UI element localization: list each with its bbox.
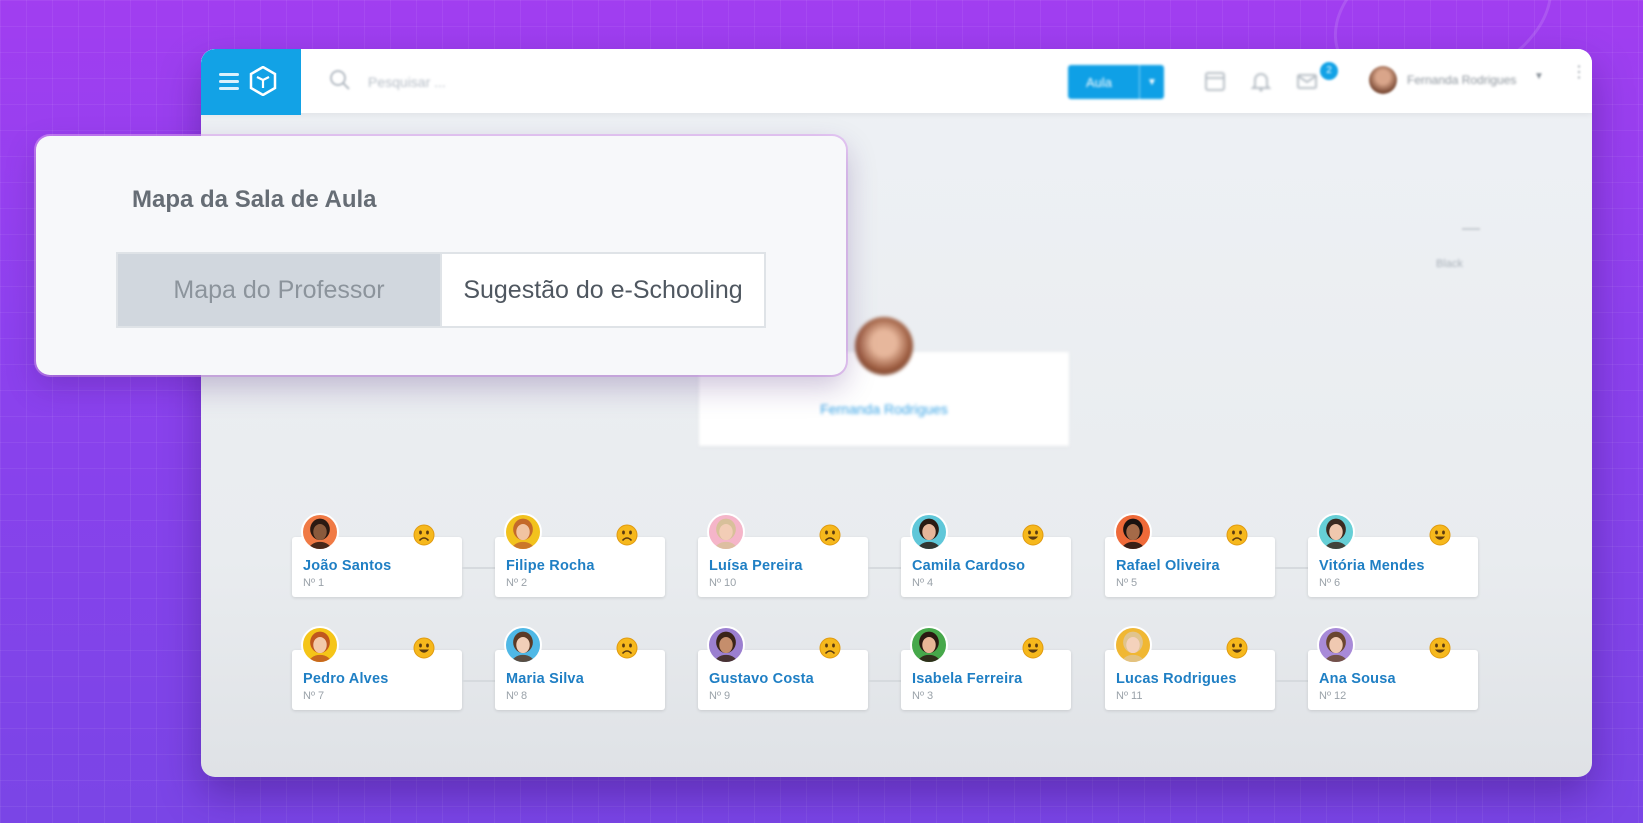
messages-icon[interactable] <box>1295 69 1319 93</box>
menu-icon[interactable] <box>219 73 239 90</box>
tab-eschooling-suggestion[interactable]: Sugestão do e-Schooling <box>440 254 764 326</box>
classroom-map-panel: Mapa da Sala de Aula Mapa do Professor S… <box>36 136 846 375</box>
student-name: Ana Sousa <box>1319 671 1396 687</box>
student-avatar <box>910 626 948 664</box>
student-number: Nº 1 <box>303 577 325 589</box>
happy-face-icon <box>1022 637 1044 659</box>
user-menu-chevron-icon[interactable]: ▼ <box>1534 71 1544 82</box>
chevron-down-icon: ▼ <box>1139 65 1164 99</box>
student-avatar <box>301 513 339 551</box>
class-selector-label: Aula <box>1086 74 1113 90</box>
student-name: Isabela Ferreira <box>912 671 1023 687</box>
bell-icon[interactable] <box>1249 69 1273 93</box>
moon-icon[interactable] <box>1396 253 1418 275</box>
top-bar: Aula ▼ 2 Fernanda Rodrigues ▼ ⋮ <box>201 49 1592 115</box>
student-avatar <box>707 626 745 664</box>
student-avatar <box>504 513 542 551</box>
student-number: Nº 7 <box>303 690 325 702</box>
student-name: Filipe Rocha <box>506 558 595 574</box>
student-name: Pedro Alves <box>303 671 389 687</box>
happy-face-icon <box>1022 524 1044 546</box>
messages-badge: 2 <box>1320 62 1338 80</box>
student-name: Luísa Pereira <box>709 558 803 574</box>
student-name: Gustavo Costa <box>709 671 814 687</box>
sad-face-icon <box>819 637 841 659</box>
desk-pair-connector <box>868 680 901 682</box>
panel-title: Mapa da Sala de Aula <box>132 186 377 213</box>
student-name: Rafael Oliveira <box>1116 558 1220 574</box>
student-avatar <box>1317 513 1355 551</box>
happy-face-icon <box>1429 524 1451 546</box>
sad-face-icon <box>819 524 841 546</box>
student-name: Camila Cardoso <box>912 558 1026 574</box>
sad-face-icon <box>413 524 435 546</box>
tab-teacher-map[interactable]: Mapa do Professor <box>118 254 440 326</box>
student-number: Nº 2 <box>506 577 528 589</box>
desk-pair-connector <box>462 680 495 682</box>
desk-pair-connector <box>868 567 901 569</box>
student-avatar <box>1114 513 1152 551</box>
student-number: Nº 3 <box>912 690 934 702</box>
student-number: Nº 5 <box>1116 577 1138 589</box>
student-number: Nº 12 <box>1319 690 1347 702</box>
happy-face-icon <box>413 637 435 659</box>
desk-pair-connector <box>462 567 495 569</box>
eschooling-logo-icon <box>249 66 277 96</box>
sad-face-icon <box>616 637 638 659</box>
student-avatar <box>301 626 339 664</box>
student-avatar <box>707 513 745 551</box>
user-name[interactable]: Fernanda Rodrigues <box>1407 73 1516 87</box>
student-avatar <box>1317 626 1355 664</box>
calendar-icon[interactable] <box>1203 69 1227 93</box>
student-number: Nº 6 <box>1319 577 1341 589</box>
happy-face-icon <box>1226 637 1248 659</box>
happy-face-icon <box>1429 637 1451 659</box>
search-input[interactable] <box>366 69 670 95</box>
logo-block[interactable] <box>201 49 301 115</box>
sad-face-icon <box>616 524 638 546</box>
student-avatar <box>910 513 948 551</box>
teacher-name: Fernanda Rodrigues <box>820 401 948 417</box>
student-name: Maria Silva <box>506 671 584 687</box>
teacher-avatar <box>855 317 913 375</box>
collapse-icon[interactable] <box>1462 228 1480 230</box>
student-number: Nº 4 <box>912 577 934 589</box>
student-name: João Santos <box>303 558 392 574</box>
desk-pair-connector <box>1275 680 1308 682</box>
desk-pair-connector <box>1275 567 1308 569</box>
student-avatar <box>504 626 542 664</box>
student-name: Vitória Mendes <box>1319 558 1425 574</box>
student-number: Nº 10 <box>709 577 737 589</box>
student-number: Nº 8 <box>506 690 528 702</box>
sad-face-icon <box>1226 524 1248 546</box>
map-mode-toggle: Mapa do Professor Sugestão do e-Schoolin… <box>116 252 766 328</box>
class-selector-button[interactable]: Aula ▼ <box>1068 65 1164 99</box>
student-avatar <box>1114 626 1152 664</box>
student-number: Nº 9 <box>709 690 731 702</box>
dark-mode-label[interactable]: Black <box>1436 258 1463 270</box>
student-number: Nº 11 <box>1116 690 1143 702</box>
student-name: Lucas Rodrigues <box>1116 671 1237 687</box>
user-avatar[interactable] <box>1369 66 1397 94</box>
more-options-icon[interactable]: ⋮ <box>1571 65 1587 81</box>
search-icon[interactable] <box>329 69 351 91</box>
